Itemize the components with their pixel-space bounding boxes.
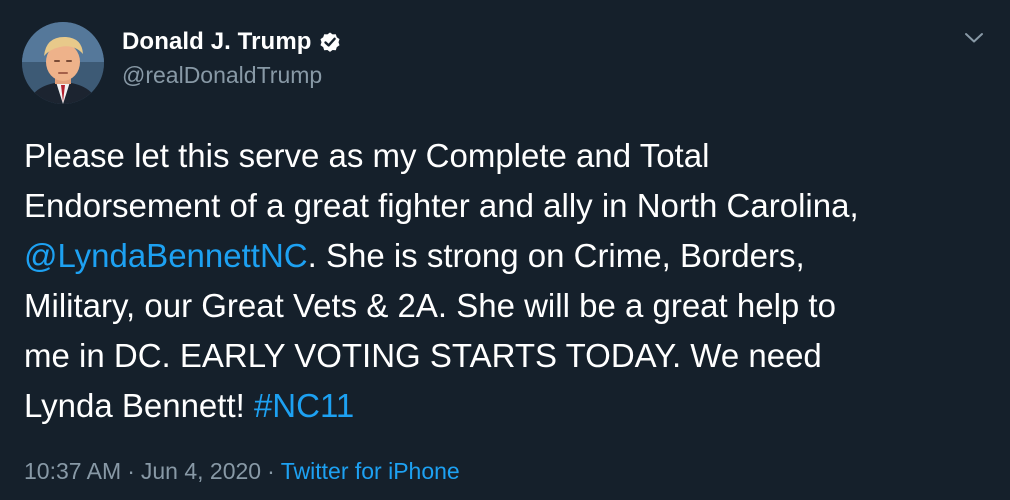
- hashtag-link[interactable]: #NC11: [254, 387, 354, 424]
- tweet-line: Lynda Bennett! #NC11: [24, 381, 984, 431]
- meta-separator: ·: [127, 458, 135, 484]
- tweet-card: Donald J. Trump @realDonaldTrump Please …: [0, 0, 1010, 500]
- name-row: Donald J. Trump: [122, 26, 342, 58]
- mention-link[interactable]: @LyndaBennettNC: [24, 237, 308, 274]
- tweet-text: Please let this serve as my Complete and…: [24, 131, 984, 431]
- verified-badge-icon: [318, 30, 342, 54]
- chevron-down-icon[interactable]: [962, 26, 986, 50]
- avatar[interactable]: [22, 22, 104, 104]
- display-name[interactable]: Donald J. Trump: [122, 28, 312, 56]
- tweet-source-link[interactable]: Twitter for iPhone: [281, 458, 460, 484]
- tweet-line: @LyndaBennettNC. She is strong on Crime,…: [24, 231, 984, 281]
- handle[interactable]: @realDonaldTrump: [122, 62, 342, 89]
- tweet-line: Endorsement of a great fighter and ally …: [24, 187, 859, 224]
- tweet-line: Military, our Great Vets & 2A. She will …: [24, 287, 836, 324]
- tweet-line-text: Lynda Bennett!: [24, 387, 254, 424]
- tweet-line-text: . She is strong on Crime, Borders,: [307, 237, 805, 274]
- tweet-time[interactable]: 10:37 AM: [24, 458, 121, 484]
- tweet-line: me in DC. EARLY VOTING STARTS TODAY. We …: [24, 337, 822, 374]
- meta-separator: ·: [267, 458, 275, 484]
- tweet-date[interactable]: Jun 4, 2020: [141, 458, 261, 484]
- tweet-line: Please let this serve as my Complete and…: [24, 137, 710, 174]
- avatar-image: [22, 22, 104, 104]
- tweet-meta: 10:37 AM · Jun 4, 2020 · Twitter for iPhone: [24, 458, 460, 485]
- author-block: Donald J. Trump @realDonaldTrump: [122, 26, 342, 89]
